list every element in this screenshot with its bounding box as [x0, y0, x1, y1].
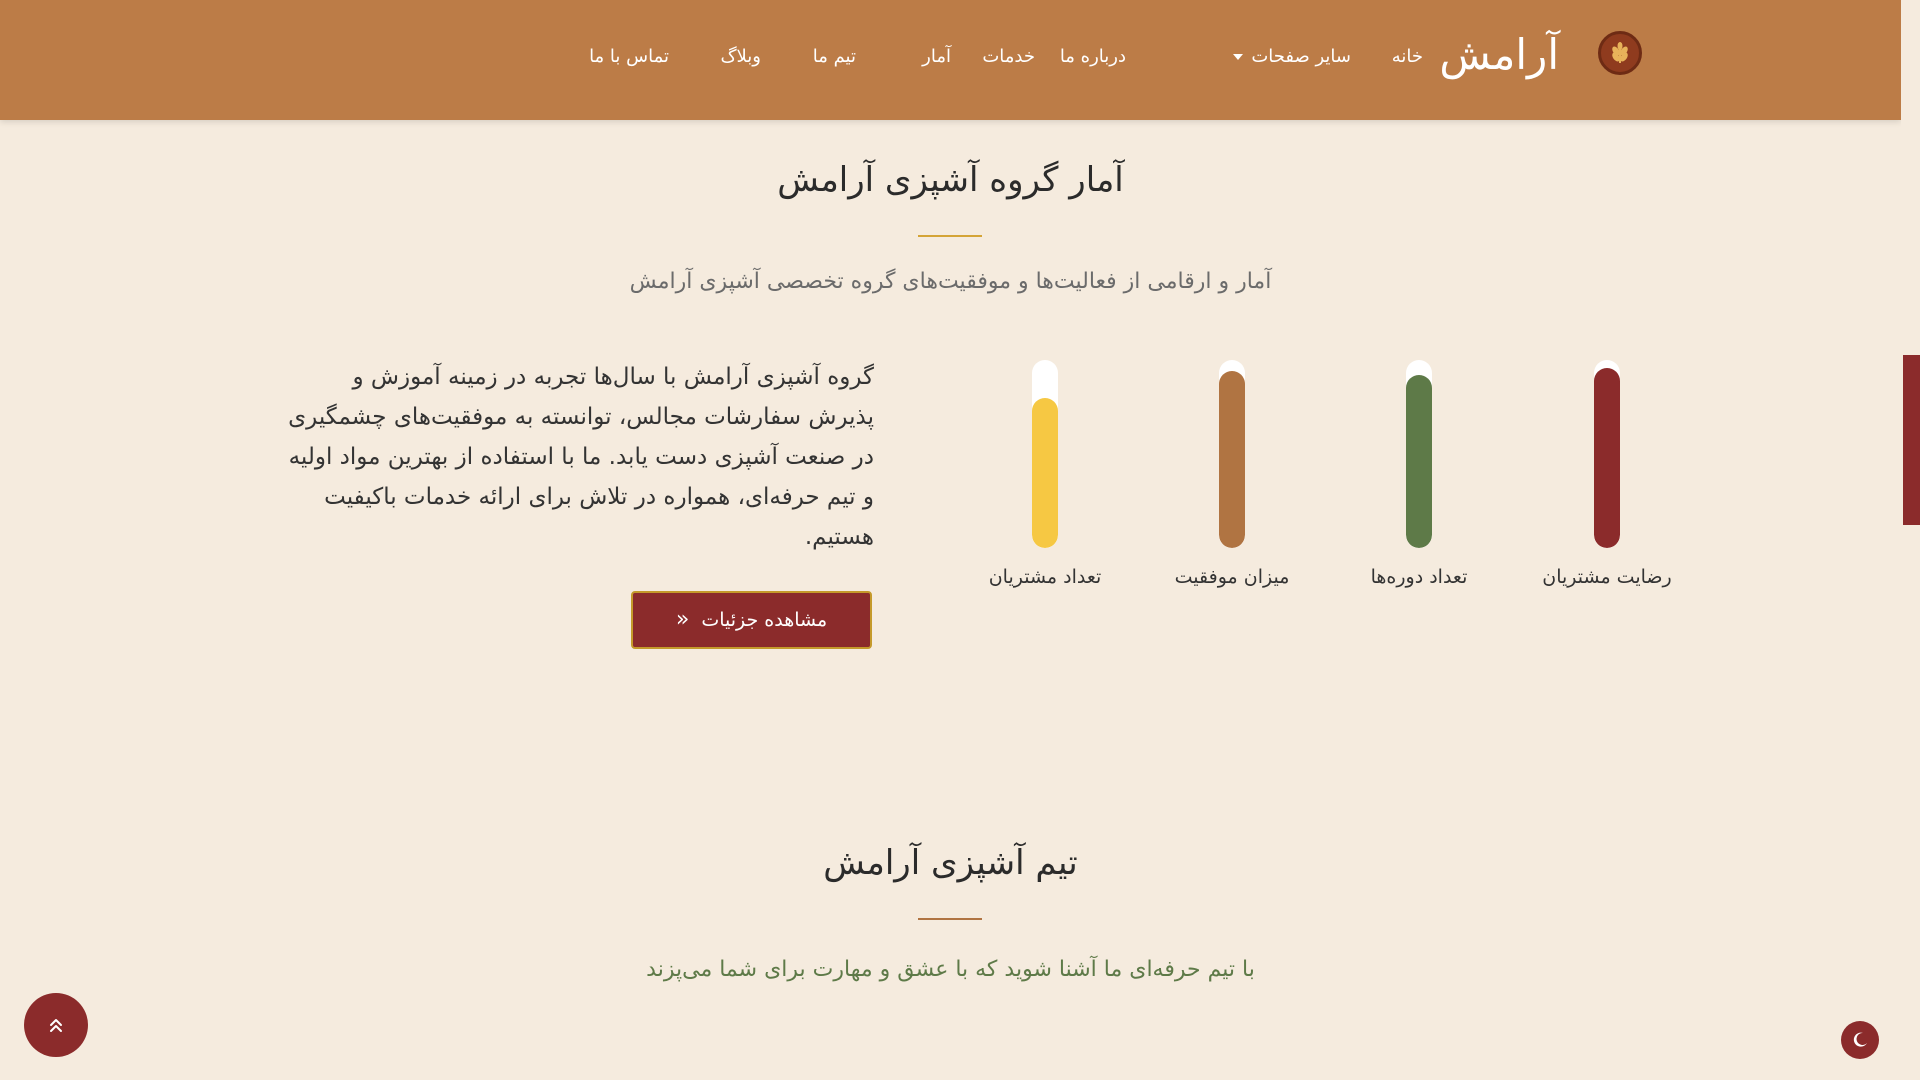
theme-toggle-button[interactable]	[1841, 1021, 1879, 1059]
view-details-label: مشاهده جزئیات	[701, 609, 828, 631]
team-section-subtitle: با تیم حرفه‌ای ما آشنا شوید که با عشق و …	[646, 957, 1255, 982]
nav-services[interactable]: خدمات	[982, 46, 1035, 67]
nav-stats[interactable]: آمار	[922, 46, 951, 67]
bar-fill	[1406, 375, 1432, 548]
nav-team[interactable]: تیم ما	[813, 46, 856, 67]
moon-icon	[1853, 1032, 1867, 1047]
nav-home[interactable]: خانه	[1392, 46, 1423, 67]
top-navbar: آرامش خانه سایر صفحات درباره ما خدمات آم…	[0, 0, 1901, 120]
nav-about[interactable]: درباره ما	[1060, 46, 1126, 67]
team-title-divider	[918, 918, 982, 920]
chevron-down-icon	[1233, 54, 1244, 60]
wheat-logo-icon[interactable]	[1598, 31, 1642, 75]
bar-fill	[1032, 398, 1058, 548]
scroll-to-top-button[interactable]	[24, 993, 88, 1057]
stats-section-title: آمار گروه آشپزی آرامش	[777, 160, 1124, 200]
scrollbar-thumb[interactable]	[1903, 355, 1920, 525]
bar-track	[1594, 360, 1620, 548]
bar-label: میزان موفقیت	[1174, 566, 1290, 588]
bar-label: تعداد دوره‌ها	[1370, 566, 1468, 588]
bar-fill	[1219, 371, 1245, 548]
double-chevron-left-icon: «	[675, 607, 690, 632]
nav-other-pages[interactable]: سایر صفحات	[1233, 46, 1351, 67]
bar-track	[1406, 360, 1432, 548]
nav-other-pages-label: سایر صفحات	[1251, 46, 1351, 67]
bar-label: رضایت مشتریان	[1542, 566, 1672, 588]
bar-track	[1032, 360, 1058, 548]
stats-title-divider	[918, 235, 982, 237]
stats-section-subtitle: آمار و ارقامی از فعالیت‌ها و موفقیت‌های …	[629, 269, 1272, 294]
bar-label: تعداد مشتریان	[988, 566, 1102, 588]
team-section-title: تیم آشپزی آرامش	[823, 843, 1078, 883]
bar-track	[1219, 360, 1245, 548]
nav-contact[interactable]: تماس با ما	[589, 46, 669, 67]
page-scrollbar	[1901, 0, 1920, 1080]
brand-name[interactable]: آرامش	[1439, 30, 1559, 79]
view-details-button[interactable]: مشاهده جزئیات «	[631, 591, 872, 649]
double-chevron-up-icon	[50, 1019, 62, 1032]
bar-fill	[1594, 368, 1620, 548]
nav-blog[interactable]: وبلاگ	[720, 46, 761, 67]
stats-description: گروه آشپزی آرامش با سال‌ها تجربه در زمین…	[288, 364, 874, 550]
